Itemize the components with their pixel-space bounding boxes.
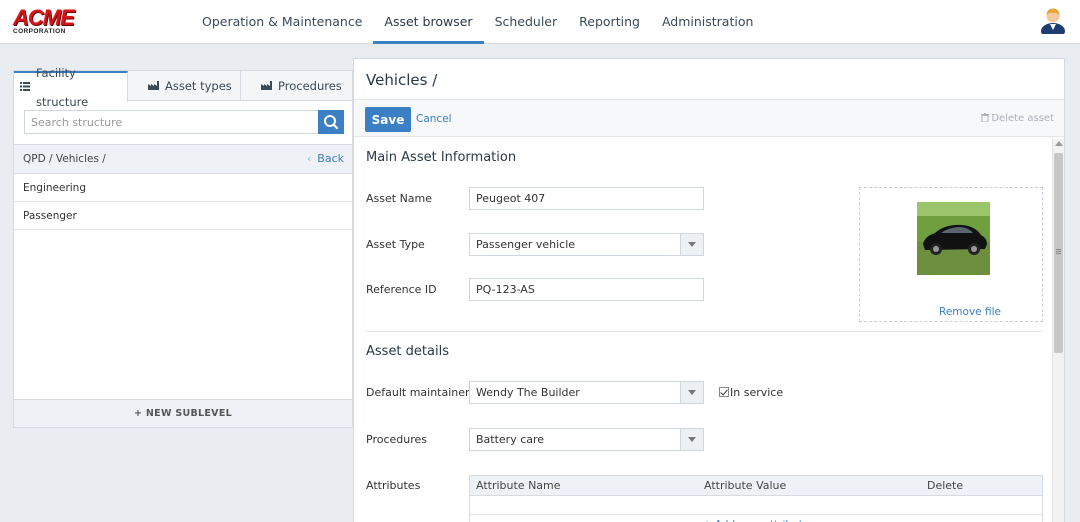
procedures-label: Procedures: [366, 433, 427, 446]
asset-editor-panel: Vehicles / Save Cancel Delete asset Main…: [353, 58, 1065, 522]
acme-logo[interactable]: ACME CORPORATION: [13, 5, 77, 36]
asset-type-value: Passenger vehicle: [476, 238, 576, 251]
top-navigation-bar: ACME CORPORATION Operation & Maintenance…: [0, 0, 1080, 44]
asset-name-label: Asset Name: [366, 192, 433, 205]
scroll-thumb[interactable]: [1054, 153, 1063, 353]
column-header: Attribute Name: [476, 479, 561, 492]
search-input[interactable]: [24, 110, 318, 134]
new-sublevel-button[interactable]: + NEW SUBLEVEL: [14, 399, 352, 427]
maintainer-value: Wendy The Builder: [476, 386, 580, 399]
factory-icon: [148, 72, 159, 101]
factory-icon: [261, 72, 272, 101]
search-button[interactable]: [318, 110, 344, 134]
tab-label: Asset types: [165, 78, 232, 93]
tab-label: Facility structure: [36, 65, 89, 109]
nav-operation-maintenance[interactable]: Operation & Maintenance: [191, 0, 373, 44]
nav-reporting[interactable]: Reporting: [568, 0, 651, 44]
default-maintainer-select[interactable]: Wendy The Builder: [469, 381, 704, 404]
cancel-link[interactable]: Cancel: [416, 113, 452, 125]
logo-text: ACME: [13, 5, 75, 30]
main-nav: Operation & Maintenance Asset browser Sc…: [191, 0, 764, 44]
left-tabs: Facility structure Asset types Procedure…: [14, 66, 352, 109]
asset-details-heading: Asset details: [366, 344, 449, 359]
facility-structure-panel: Facility structure Asset types Procedure…: [13, 66, 353, 428]
procedures-value: Battery care: [476, 433, 545, 446]
back-link[interactable]: ‹ Back: [307, 152, 344, 165]
save-button[interactable]: Save: [365, 107, 411, 132]
in-service-label: In service: [730, 386, 784, 399]
structure-search: [24, 110, 344, 134]
back-label: Back: [317, 152, 344, 165]
delete-asset-button[interactable]: Delete asset: [981, 113, 1054, 124]
breadcrumb: QPD / Vehicles /: [23, 153, 106, 165]
search-icon: [324, 115, 339, 130]
section-divider: [366, 331, 1042, 332]
list-icon: [20, 73, 30, 102]
nav-administration[interactable]: Administration: [651, 0, 764, 44]
user-avatar-icon[interactable]: [1040, 6, 1066, 34]
chevron-down-icon[interactable]: [680, 382, 703, 403]
editor-toolbar: Save Cancel Delete asset: [354, 99, 1064, 137]
chevron-down-icon[interactable]: [680, 234, 703, 255]
in-service-checkbox[interactable]: [719, 387, 729, 397]
image-dropzone[interactable]: Remove file: [859, 187, 1043, 322]
vertical-scrollbar[interactable]: [1052, 139, 1064, 522]
trash-icon: [981, 113, 990, 123]
default-maintainer-label: Default maintainer: [366, 386, 470, 399]
tab-facility-structure[interactable]: Facility structure: [14, 66, 128, 109]
reference-id-label: Reference ID: [366, 283, 437, 296]
breadcrumb-row: QPD / Vehicles / ‹ Back: [14, 144, 352, 174]
attributes-table-header: Attribute Name Attribute Value Delete: [470, 476, 1042, 496]
page-title: Vehicles /: [366, 71, 438, 89]
nav-asset-browser[interactable]: Asset browser: [373, 0, 484, 44]
column-header: Delete: [927, 479, 964, 492]
attributes-table: Attribute Name Attribute Value Delete + …: [469, 475, 1043, 522]
list-item-engineering[interactable]: Engineering: [14, 174, 352, 202]
asset-name-input[interactable]: Peugeot 407: [469, 187, 704, 210]
tab-label: Procedures: [278, 78, 342, 93]
column-header: Attribute Value: [704, 479, 787, 492]
procedures-select[interactable]: Battery care: [469, 428, 704, 451]
list-item-passenger[interactable]: Passenger: [14, 202, 352, 230]
tab-procedures[interactable]: Procedures: [241, 71, 352, 101]
asset-image-card: Remove file: [917, 202, 1005, 318]
asset-type-label: Asset Type: [366, 238, 425, 251]
remove-file-link[interactable]: Remove file: [870, 306, 1070, 318]
chevron-left-icon: ‹: [306, 152, 312, 165]
asset-type-select[interactable]: Passenger vehicle: [469, 233, 704, 256]
main-asset-info-heading: Main Asset Information: [366, 150, 517, 165]
delete-asset-label: Delete asset: [991, 113, 1054, 124]
attributes-label: Attributes: [366, 479, 421, 492]
tab-asset-types[interactable]: Asset types: [128, 71, 241, 101]
car-photo: [917, 202, 990, 275]
add-attribute-link[interactable]: + Add new attribute: [470, 514, 1042, 522]
chevron-down-icon[interactable]: [680, 429, 703, 450]
nav-scheduler[interactable]: Scheduler: [484, 0, 569, 44]
reference-id-input[interactable]: PQ-123-AS: [469, 278, 704, 301]
scroll-up-arrow-icon[interactable]: [1055, 141, 1063, 146]
